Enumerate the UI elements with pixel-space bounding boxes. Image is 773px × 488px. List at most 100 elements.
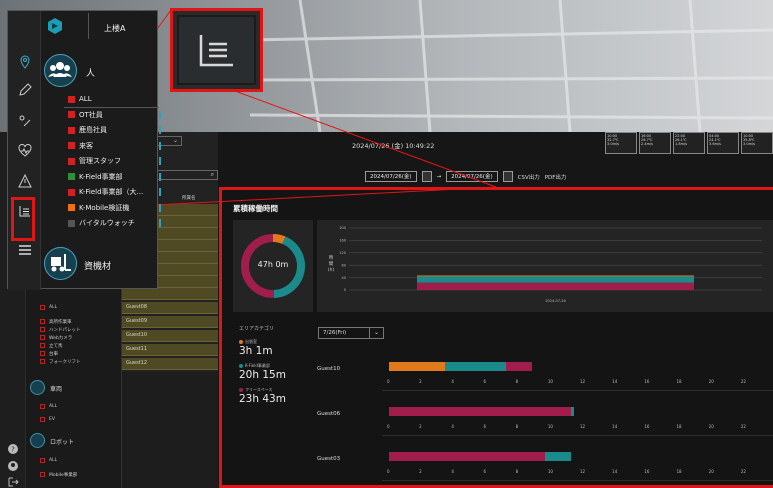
user-icon[interactable] [6, 459, 20, 473]
route-edit-icon[interactable] [18, 114, 32, 128]
hour-tick-label: 22 [740, 424, 746, 429]
filter-checkbox[interactable] [68, 188, 75, 196]
weather-wind: 2.4m/s [641, 142, 653, 146]
legend-value: 23h 43m [239, 393, 286, 405]
filter-checkbox[interactable] [68, 157, 75, 165]
warning-icon[interactable] [18, 174, 32, 188]
timeline-row[interactable]: Guest06024681012141618202224 [317, 399, 773, 441]
tool-label: フォークリフト [49, 360, 81, 365]
filter-checkbox[interactable] [68, 173, 75, 180]
table-row[interactable]: Guest12 [122, 358, 218, 370]
sidebar-inset: 上楼A 人 ALL OT社員 鹿島社員 来客 管理スタッフ K-Field事業部 K-Fie… [7, 10, 161, 290]
tool-label: Webカメラ [49, 336, 73, 341]
table-row[interactable]: Guest09 [122, 316, 218, 328]
tool-checkbox[interactable] [40, 343, 45, 348]
filter-checkbox[interactable] [68, 95, 75, 103]
calendar-icon[interactable] [502, 171, 513, 182]
hour-tick-label: 12 [580, 424, 586, 429]
calendar-icon[interactable] [421, 171, 432, 182]
filter-checkbox[interactable] [68, 204, 75, 211]
search-icon: ⌕ [210, 171, 214, 178]
people-filter-item[interactable]: OT社員 [68, 110, 103, 120]
people-filter-item[interactable]: 鹿島社員 [68, 125, 107, 135]
row-indicator [159, 188, 161, 196]
timeline-row[interactable]: Guest03024681012141618202224 [317, 444, 773, 486]
timeline-segment [389, 452, 545, 461]
vehicle-icon[interactable] [30, 380, 45, 395]
pdf-export-button[interactable]: PDF出力 [545, 173, 567, 181]
hour-tick-label: 22 [740, 469, 746, 474]
filter-label: バイタルウォッチ [79, 219, 135, 227]
row-indicator [159, 126, 161, 134]
weather-wind: 3.6m/s [709, 142, 721, 146]
weather-cell: 10:00 32.7℃ 3.0m/s [605, 132, 637, 154]
legend-item: 出張室 3h 1m [239, 339, 273, 357]
vehicle-label: EV [49, 417, 55, 422]
robot-icon[interactable] [30, 433, 45, 448]
robot-checkbox[interactable] [40, 472, 45, 477]
hour-tick-label: 14 [612, 424, 618, 429]
robot-checkbox[interactable] [40, 458, 45, 463]
people-filter-item[interactable]: バイタルウォッチ [68, 218, 135, 228]
tool-checkbox[interactable] [40, 359, 45, 364]
heartbeat-icon[interactable] [18, 144, 32, 158]
legend-value: 3h 1m [239, 345, 273, 357]
y-tick-label: 0 [344, 288, 346, 292]
legend-dot [239, 388, 243, 392]
vehicle-label: ALL [49, 404, 58, 409]
people-icon[interactable] [44, 54, 77, 87]
row-name: Guest06 [317, 411, 341, 417]
divider [64, 107, 159, 108]
tool-checkbox[interactable] [40, 305, 45, 310]
vehicle-checkbox[interactable] [40, 417, 45, 422]
table-row[interactable]: Guest11 [122, 344, 218, 356]
day-select[interactable]: 7/26(Fri) ⌄ [318, 327, 384, 339]
tool-checkbox[interactable] [40, 351, 45, 356]
people-filter-item[interactable]: K-Field事業部 [68, 172, 123, 182]
filter-label: 来客 [79, 141, 93, 150]
filter-checkbox[interactable] [68, 126, 75, 134]
site-name: 上楼A [104, 24, 126, 33]
filter-checkbox[interactable] [68, 111, 75, 118]
filter-label: 鹿島社員 [79, 126, 107, 134]
robot-label: Mobile事業部 [49, 473, 78, 478]
date-from-input[interactable]: 2024/07/26(金) [365, 171, 417, 182]
people-filter-item[interactable]: 来客 [68, 141, 93, 151]
timeline-row[interactable]: Guest10024681012141618202224 [317, 354, 773, 396]
tool-checkbox[interactable] [40, 319, 45, 324]
filter-label: 管理スタッフ [79, 157, 121, 165]
table-row[interactable]: Guest08 [122, 302, 218, 314]
tool-checkbox[interactable] [40, 335, 45, 340]
csv-export-button[interactable]: CSV出力 [518, 173, 540, 181]
assets-section-title: 資機材 [84, 262, 112, 272]
vehicle-checkbox[interactable] [40, 404, 45, 409]
hour-tick-label: 14 [612, 469, 618, 474]
tool-label: 立て馬 [49, 344, 63, 349]
row-divider [382, 435, 773, 436]
filter-label: ALL [79, 95, 92, 103]
hour-tick-label: 20 [708, 379, 714, 384]
help-icon[interactable]: ? [6, 442, 20, 456]
people-filter-item[interactable]: 管理スタッフ [68, 156, 121, 166]
list-icon [199, 35, 233, 67]
filter-checkbox[interactable] [68, 219, 75, 227]
logout-icon[interactable] [6, 475, 20, 488]
forklift-icon[interactable] [44, 247, 77, 280]
people-filter-item[interactable]: ALL [68, 94, 92, 104]
people-filter-item[interactable]: K-Field事業部（大... [68, 187, 143, 197]
hour-tick-label: 8 [515, 379, 519, 384]
y-axis-label: 間 [329, 261, 334, 267]
table-row[interactable]: Guest10 [122, 330, 218, 342]
table-row[interactable] [122, 288, 218, 300]
tool-checkbox[interactable] [40, 327, 45, 332]
pen-icon[interactable] [18, 83, 32, 97]
y-axis-label: (h) [328, 267, 335, 273]
filter-checkbox[interactable] [68, 142, 75, 149]
hamburger-menu-icon[interactable] [18, 243, 32, 257]
date-to-input[interactable]: 2024/07/26(金) [446, 171, 498, 182]
filter-label: K-Mobile検証機 [79, 203, 130, 212]
legend-item: K-Field事業部 20h 15m [239, 363, 286, 381]
people-filter-item[interactable]: K-Mobile検証機 [68, 203, 129, 213]
location-pin-icon[interactable] [18, 55, 32, 69]
timeline-bar [389, 362, 773, 371]
